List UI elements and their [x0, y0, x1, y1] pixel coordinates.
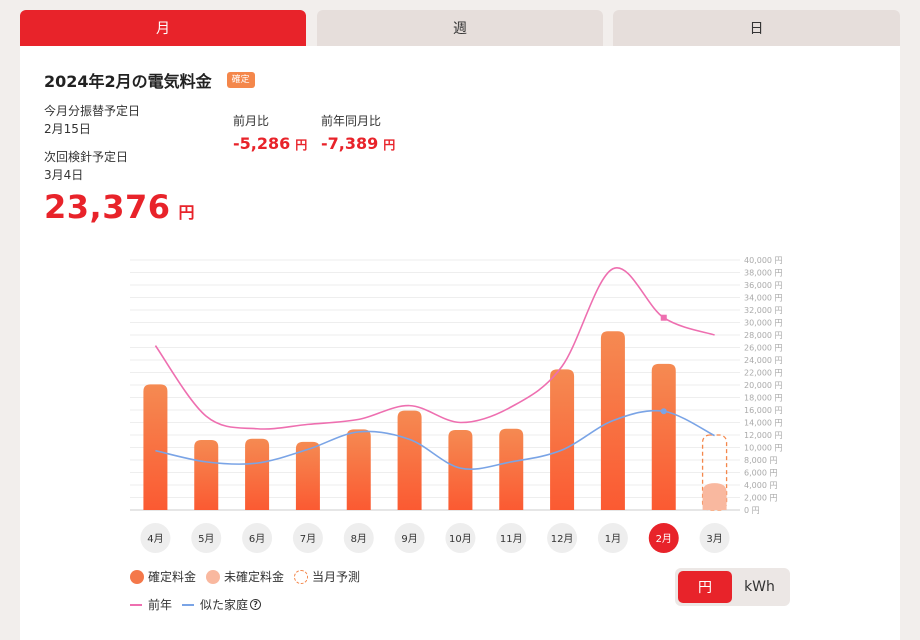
x-tick-label: 8月 — [351, 533, 367, 545]
bar-confirmed — [397, 410, 422, 510]
y-tick-label: 26,000 円 — [744, 344, 783, 353]
y-tick-label: 18,000 円 — [744, 394, 783, 403]
y-tick-label: 30,000 円 — [744, 319, 783, 328]
y-tick-label: 12,000 円 — [744, 431, 783, 440]
y-tick-label: 28,000 円 — [744, 331, 783, 340]
legend-confirmed-label: 確定料金 — [148, 570, 197, 584]
x-tick-label: 9月 — [401, 533, 417, 545]
y-tick-label: 32,000 円 — [744, 306, 783, 315]
y-tick-label: 16,000 円 — [744, 406, 783, 415]
y-tick-label: 14,000 円 — [744, 419, 783, 428]
y-tick-label: 8,000 円 — [744, 456, 777, 465]
x-tick-label: 5月 — [198, 533, 214, 545]
legend-unconfirmed-swatch — [206, 569, 221, 584]
unit-kwh-button[interactable]: kWh — [732, 571, 787, 603]
y-tick-label: 24,000 円 — [744, 356, 783, 365]
y-tick-label: 38,000 円 — [744, 269, 783, 278]
y-tick-label: 20,000 円 — [744, 381, 783, 390]
y-tick-label: 40,000 円 — [744, 256, 783, 265]
y-tick-label: 0 円 — [744, 506, 760, 515]
legend-similar-label: 似た家庭 — [200, 598, 249, 612]
x-tick-label: 11月 — [500, 533, 523, 545]
bar-confirmed — [499, 428, 524, 510]
y-tick-label: 2,000 円 — [744, 494, 777, 503]
unit-toggle: 円 kWh — [675, 568, 790, 606]
line-prev-year — [154, 267, 715, 430]
bill-card: 2024年2月の電気料金 確定 今月分振替予定日 2月15日 次回検針予定日 3… — [20, 46, 900, 640]
bar-confirmed — [448, 430, 473, 510]
tab-month[interactable]: 月 — [20, 10, 306, 46]
help-icon[interactable]: ? — [250, 599, 262, 610]
y-tick-label: 36,000 円 — [744, 281, 783, 290]
x-tick-label: 12月 — [551, 533, 574, 545]
similar-marker — [660, 408, 667, 415]
y-tick-label: 10,000 円 — [744, 444, 783, 453]
legend-unconfirmed: 未確定料金 — [206, 568, 284, 585]
x-tick-label: 7月 — [300, 533, 316, 545]
legend-bars: 確定料金 未確定料金 当月予測 — [130, 568, 370, 585]
legend-forecast: 当月予測 — [294, 568, 360, 585]
legend-unconfirmed-label: 未確定料金 — [224, 570, 285, 584]
legend-confirmed: 確定料金 — [130, 568, 196, 585]
legend-prev-year: 前年 — [130, 596, 172, 613]
bar-confirmed — [245, 438, 270, 510]
bar-confirmed — [143, 384, 168, 510]
prev-year-marker — [660, 314, 667, 321]
legend-similar-swatch — [182, 603, 195, 606]
bar-confirmed — [550, 369, 575, 510]
period-tabs: 月 週 日 — [20, 10, 900, 46]
legend-similar: 似た家庭 ? — [182, 596, 262, 613]
y-tick-label: 22,000 円 — [744, 369, 783, 378]
legend-prev-year-swatch — [130, 603, 142, 606]
y-tick-label: 34,000 円 — [744, 294, 783, 303]
y-tick-label: 4,000 円 — [744, 481, 777, 490]
y-tick-label: 6,000 円 — [744, 469, 777, 478]
bar-unconfirmed — [702, 483, 727, 510]
unit-yen-button[interactable]: 円 — [678, 571, 732, 603]
tab-week[interactable]: 週 — [317, 10, 603, 46]
x-tick-label: 1月 — [605, 533, 621, 545]
x-tick-label: 3月 — [706, 533, 722, 545]
legend-forecast-swatch — [294, 569, 309, 584]
x-tick-label: 10月 — [449, 533, 472, 545]
legend-prev-year-label: 前年 — [148, 598, 173, 612]
x-tick-label: 2月 — [656, 533, 672, 545]
x-tick-label: 4月 — [147, 533, 163, 545]
bar-confirmed — [651, 363, 676, 510]
legend-lines: 前年 似た家庭 ? — [130, 596, 271, 613]
legend-forecast-label: 当月予測 — [312, 570, 361, 584]
tab-day[interactable]: 日 — [613, 10, 900, 46]
bill-chart: 0 円 2,000 円 4,000 円 6,000 円 8,000 円 10,000 円 1… — [130, 256, 783, 553]
bar-confirmed — [346, 429, 371, 510]
legend-confirmed-swatch — [130, 569, 144, 584]
bar-confirmed — [194, 440, 219, 510]
x-tick-label: 6月 — [249, 533, 265, 545]
